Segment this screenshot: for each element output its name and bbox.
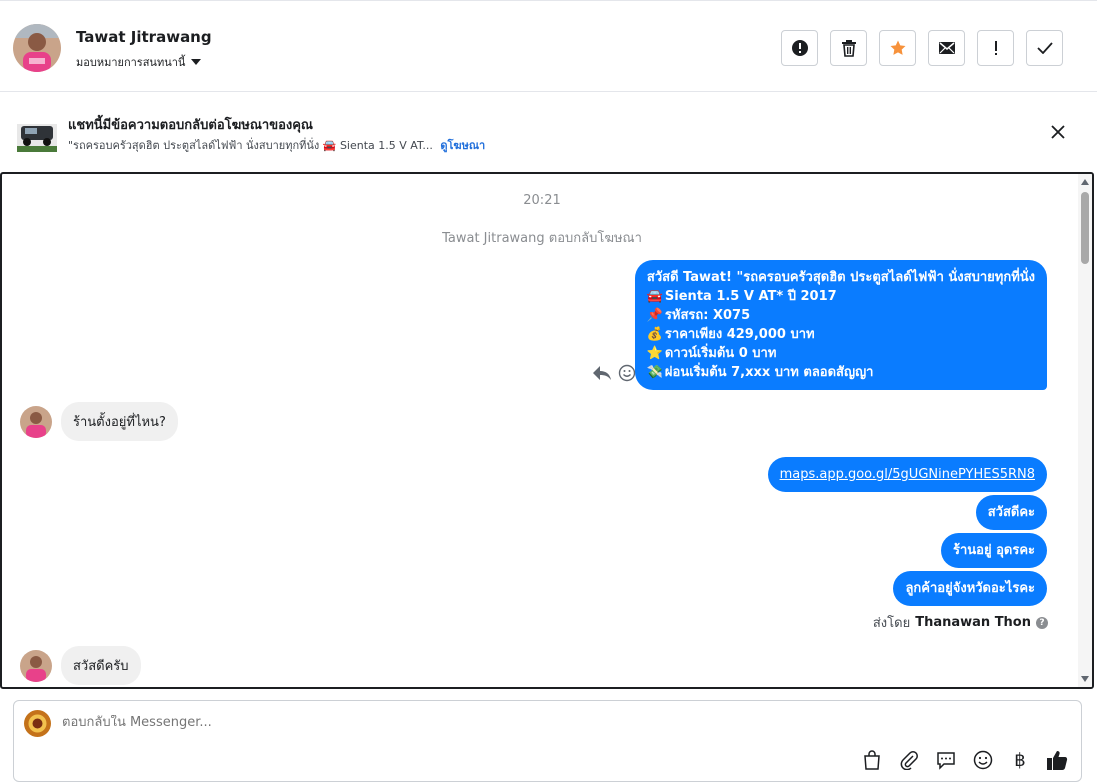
help-icon[interactable]: ? bbox=[1036, 616, 1048, 629]
message-thread[interactable]: 20:21 Tawat Jitrawang ตอบกลับโฆษณา สวัสด… bbox=[0, 172, 1094, 689]
trash-icon bbox=[841, 40, 856, 57]
react-emoji-icon[interactable] bbox=[618, 364, 636, 382]
alert-circle-icon bbox=[791, 40, 808, 56]
outgoing-link-message[interactable]: maps.app.goo.gl/5gUGNinePYHES5RN8 bbox=[767, 457, 1047, 492]
conversation-header: Tawat Jitrawang มอบหมายการสนทนานี้ bbox=[0, 0, 1097, 92]
close-banner-button[interactable] bbox=[1048, 122, 1068, 142]
message-timestamp: 20:21 bbox=[523, 193, 561, 208]
delete-button[interactable] bbox=[830, 30, 867, 66]
message-hover-tools bbox=[592, 364, 636, 382]
checkmark-icon bbox=[1036, 42, 1053, 54]
reply-input[interactable] bbox=[62, 715, 662, 730]
incoming-message[interactable]: สวัสดีครับ bbox=[61, 646, 141, 685]
thread-scrollbar[interactable] bbox=[1078, 174, 1092, 687]
incoming-message-row: สวัสดีครับ bbox=[20, 646, 141, 685]
message-line: ⭐ ดาวน์เริ่มต้น 0 บาท bbox=[646, 346, 777, 361]
assign-label: มอบหมายการสนทนานี้ bbox=[76, 56, 186, 69]
sender-avatar bbox=[20, 405, 52, 438]
chevron-down-icon bbox=[191, 59, 202, 65]
header-actions bbox=[781, 30, 1063, 66]
mark-unread-button[interactable] bbox=[928, 30, 965, 66]
close-icon bbox=[1051, 125, 1065, 139]
star-button[interactable] bbox=[879, 30, 916, 66]
mark-done-button[interactable] bbox=[1026, 30, 1063, 66]
scroll-up-arrow-icon[interactable] bbox=[1081, 179, 1089, 185]
message-composer: ฿ bbox=[13, 700, 1082, 782]
ad-banner-title: แชทนี้มีข้อความตอบกลับต่อโฆษณาของคุณ bbox=[68, 118, 313, 133]
message-line: 📌 รหัสรถ: X075 bbox=[646, 308, 751, 323]
scroll-down-arrow-icon[interactable] bbox=[1081, 676, 1089, 682]
baht-icon[interactable]: ฿ bbox=[1008, 748, 1032, 772]
incoming-message[interactable]: ร้านตั้งอยู่ที่ไหน? bbox=[61, 402, 178, 441]
ad-banner-text: "รถครอบครัวสุดฮิต ประตูสไลด์ไฟฟ้า นั่งสบ… bbox=[68, 139, 433, 152]
ad-banner-subtitle: "รถครอบครัวสุดฮิต ประตูสไลด์ไฟฟ้า นั่งสบ… bbox=[68, 136, 485, 154]
scrollbar-thumb[interactable] bbox=[1081, 192, 1089, 264]
thumbs-up-icon[interactable] bbox=[1045, 748, 1069, 772]
follow-up-button[interactable] bbox=[977, 30, 1014, 66]
reply-icon[interactable] bbox=[592, 365, 612, 381]
outgoing-message[interactable]: ลูกค้าอยู่จังหวัดอะไรคะ bbox=[893, 571, 1047, 606]
exclamation-icon bbox=[994, 41, 997, 55]
contact-name: Tawat Jitrawang bbox=[76, 28, 212, 46]
outgoing-message[interactable]: ร้านอยู่ อุดรคะ bbox=[940, 533, 1047, 568]
car-icon: 🚘 bbox=[646, 289, 664, 304]
envelope-icon bbox=[938, 42, 955, 54]
shopping-bag-icon[interactable] bbox=[860, 748, 884, 772]
message-line: 💰 ราคาเพียง 429,000 บาท bbox=[646, 327, 815, 342]
quick-reply-icon[interactable] bbox=[934, 748, 958, 772]
composer-toolbar: ฿ bbox=[860, 748, 1069, 772]
message-line: 💸 ผ่อนเริ่มต้น 7,xxx บาท ตลอดสัญญา bbox=[646, 365, 874, 380]
sender-name: Thanawan Thon bbox=[915, 615, 1031, 630]
outgoing-message[interactable]: สวัสดีคะ bbox=[975, 495, 1047, 530]
contact-avatar[interactable] bbox=[13, 24, 61, 72]
money-bag-icon: 💰 bbox=[646, 327, 664, 342]
view-ad-link[interactable]: ดูโฆษณา bbox=[440, 139, 485, 152]
assign-conversation-dropdown[interactable]: มอบหมายการสนทนานี้ bbox=[76, 53, 202, 71]
sender-avatar bbox=[20, 649, 52, 682]
message-line: 🚘 Sienta 1.5 V AT* ปี 2017 bbox=[646, 289, 837, 304]
sent-by-label: ส่งโดย Thanawan Thon ? bbox=[873, 612, 1048, 633]
mark-spam-button[interactable] bbox=[781, 30, 818, 66]
pin-icon: 📌 bbox=[646, 308, 664, 323]
outgoing-ad-message[interactable]: สวัสดี Tawat! "รถครอบครัวสุดฮิต ประตูสไล… bbox=[634, 260, 1047, 390]
paperclip-icon[interactable] bbox=[897, 748, 921, 772]
star-icon bbox=[890, 40, 905, 55]
ad-thumbnail[interactable] bbox=[17, 112, 57, 152]
emoji-icon[interactable] bbox=[971, 748, 995, 772]
flying-money-icon: 💸 bbox=[646, 365, 664, 380]
incoming-message-row: ร้านตั้งอยู่ที่ไหน? bbox=[20, 402, 178, 441]
page-avatar bbox=[24, 710, 51, 737]
star-emoji-icon: ⭐ bbox=[646, 346, 664, 361]
message-line: สวัสดี Tawat! "รถครอบครัวสุดฮิต ประตูสไล… bbox=[646, 270, 1035, 285]
ad-reply-notice: Tawat Jitrawang ตอบกลับโฆษณา bbox=[442, 231, 642, 246]
